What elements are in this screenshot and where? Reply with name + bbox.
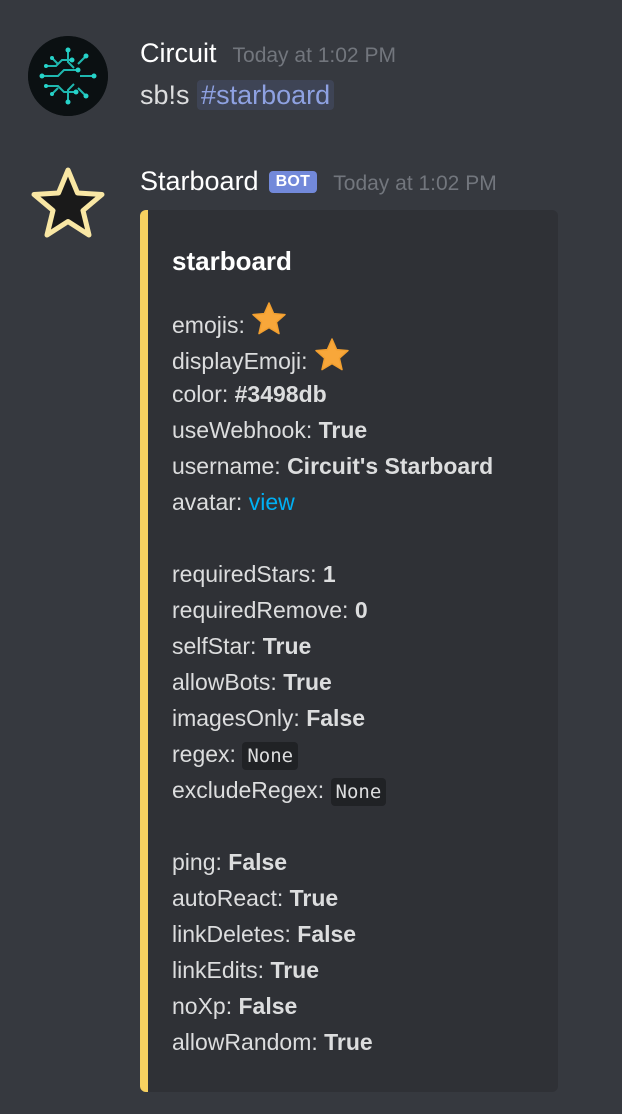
field-key: useWebhook: <box>172 417 313 443</box>
timestamp[interactable]: Today at 1:02 PM <box>233 44 396 68</box>
field-value: #3498db <box>234 381 327 407</box>
embed-field: linkEdits: True <box>172 952 552 988</box>
embed-field: regex: None <box>172 736 552 772</box>
field-value: True <box>262 633 312 659</box>
channel-mention[interactable]: #starboard <box>197 80 335 110</box>
field-code: None <box>242 742 299 770</box>
field-key: username: <box>172 453 281 479</box>
field-value: 0 <box>354 597 368 623</box>
star-avatar-icon <box>31 167 105 238</box>
bot-badge: BOT <box>268 171 318 193</box>
embed-field: displayEmoji: <box>172 338 552 376</box>
embed-card: starboard emojis: displayEmoji: color: #… <box>140 210 558 1092</box>
field-link[interactable]: view <box>249 489 295 515</box>
field-value: True <box>283 669 332 695</box>
field-value: False <box>306 705 366 731</box>
field-key: ping: <box>172 849 222 875</box>
command-text: sb!s <box>140 80 190 110</box>
field-key: autoReact: <box>172 885 284 911</box>
field-key: color: <box>172 381 229 407</box>
field-key: emojis: <box>172 312 245 339</box>
embed-field: selfStar: True <box>172 628 552 664</box>
field-value: False <box>238 993 298 1019</box>
field-key: selfStar: <box>172 633 257 659</box>
field-key: linkEdits: <box>172 957 265 983</box>
embed-title: starboard <box>172 246 292 276</box>
author-name[interactable]: Circuit <box>140 38 217 69</box>
field-key: allowRandom: <box>172 1029 318 1055</box>
field-value: False <box>228 849 288 875</box>
field-key: requiredRemove: <box>172 597 349 623</box>
avatar[interactable] <box>28 164 108 244</box>
field-key: allowBots: <box>172 669 277 695</box>
field-key: requiredStars: <box>172 561 317 587</box>
field-value: True <box>270 957 320 983</box>
timestamp[interactable]: Today at 1:02 PM <box>333 172 496 196</box>
field-key: avatar: <box>172 489 243 515</box>
message-content: sb!s #starboard <box>140 80 335 111</box>
embed-field: imagesOnly: False <box>172 700 552 736</box>
author-name[interactable]: Starboard <box>140 166 259 197</box>
embed-field: requiredStars: 1 <box>172 556 552 592</box>
avatar[interactable] <box>28 36 108 116</box>
star-emoji-icon[interactable] <box>251 301 287 347</box>
embed-field: allowRandom: True <box>172 1024 552 1060</box>
field-value: True <box>289 885 339 911</box>
field-value: True <box>318 417 368 443</box>
field-key: noXp: <box>172 993 233 1019</box>
field-value: Circuit's Starboard <box>287 453 494 479</box>
embed-field: useWebhook: True <box>172 412 552 448</box>
embed-field: username: Circuit's Starboard <box>172 448 552 484</box>
field-key: imagesOnly: <box>172 705 300 731</box>
embed-field: requiredRemove: 0 <box>172 592 552 628</box>
field-key: regex: <box>172 741 236 767</box>
circuit-avatar-icon <box>28 36 108 116</box>
embed-field: autoReact: True <box>172 880 552 916</box>
field-key: linkDeletes: <box>172 921 291 947</box>
field-value: False <box>297 921 357 947</box>
embed-field: allowBots: True <box>172 664 552 700</box>
embed-fields: emojis: displayEmoji: color: #3498db useW… <box>172 302 552 1060</box>
field-key: displayEmoji: <box>172 348 308 375</box>
field-key: excludeRegex: <box>172 777 325 803</box>
embed-field: avatar: view <box>172 484 552 520</box>
star-emoji-icon[interactable] <box>314 337 350 383</box>
embed-field: color: #3498db <box>172 376 552 412</box>
embed-field: excludeRegex: None <box>172 772 552 808</box>
field-value: 1 <box>322 561 336 587</box>
embed-field: emojis: <box>172 302 552 340</box>
field-value: True <box>324 1029 373 1055</box>
field-code: None <box>330 778 387 806</box>
embed-field: noXp: False <box>172 988 552 1024</box>
embed-field: linkDeletes: False <box>172 916 552 952</box>
embed-field: ping: False <box>172 844 552 880</box>
